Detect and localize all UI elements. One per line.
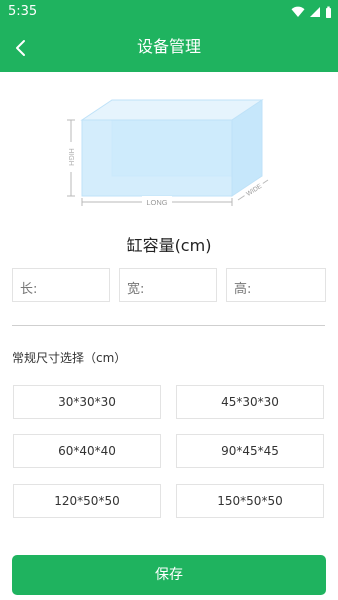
preset-60x40x40-button[interactable]: 60*40*40: [13, 434, 161, 468]
height-input[interactable]: [259, 271, 323, 301]
page-title: 设备管理: [136, 37, 201, 56]
height-label: 高:: [234, 282, 252, 297]
length-label: 长:: [20, 282, 38, 297]
long-label: LONG: [146, 198, 167, 207]
battery-icon: [326, 6, 331, 18]
wifi-icon: [291, 6, 305, 17]
dimension-inputs: 长: 宽: 高:: [12, 268, 326, 304]
preset-30x30x30-button[interactable]: 30*30*30: [13, 385, 161, 419]
preset-90x45x45-button[interactable]: 90*45*45: [176, 434, 324, 468]
high-label: HIGH: [67, 148, 74, 166]
width-label: 宽:: [127, 282, 145, 297]
status-time: 5:35: [8, 4, 38, 19]
width-input[interactable]: [152, 271, 216, 301]
signal-icon: [310, 7, 320, 17]
status-icons: [291, 5, 332, 19]
divider: [12, 325, 325, 326]
preset-section-label: 常规尺寸选择（cm）: [12, 351, 127, 365]
status-bar: 5:35: [0, 0, 338, 24]
length-field[interactable]: 长:: [12, 268, 110, 302]
preset-120x50x50-button[interactable]: 120*50*50: [13, 484, 161, 518]
height-field[interactable]: 高:: [226, 268, 326, 302]
tank-top-face: [80, 99, 264, 121]
length-input[interactable]: [45, 271, 109, 301]
save-button[interactable]: 保存: [12, 555, 326, 595]
width-field[interactable]: 宽:: [119, 268, 217, 302]
app-bar: 设备管理: [0, 24, 338, 72]
tank-front-face: [81, 119, 233, 197]
preset-150x50x50-button[interactable]: 150*50*50: [176, 484, 324, 518]
capacity-title: 缸容量(cm): [126, 236, 212, 255]
tank-illustration: HIGH LONG WIDE: [65, 99, 269, 208]
preset-45x30x30-button[interactable]: 45*30*30: [176, 385, 324, 419]
